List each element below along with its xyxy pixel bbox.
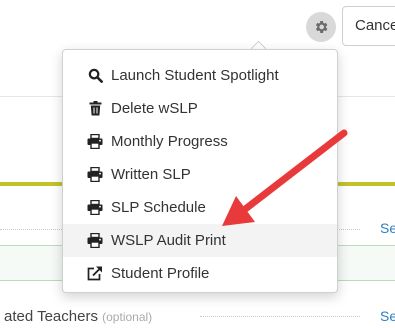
menu-item-label: Monthly Progress bbox=[111, 133, 228, 150]
search-icon bbox=[87, 68, 103, 84]
menu-item-wslp-audit-print[interactable]: WSLP Audit Print bbox=[63, 224, 337, 257]
cancel-button[interactable]: Cancel bbox=[342, 6, 395, 46]
teachers-label-text: ated Teachers bbox=[4, 308, 98, 325]
actions-dropdown-menu: Launch Student Spotlight Delete wSLP Mon… bbox=[62, 49, 338, 293]
menu-item-launch-student-spotlight[interactable]: Launch Student Spotlight bbox=[63, 59, 337, 92]
print-icon bbox=[87, 167, 103, 183]
menu-item-label: SLP Schedule bbox=[111, 199, 206, 216]
row-select-link[interactable]: Se bbox=[380, 220, 395, 236]
print-icon bbox=[87, 233, 103, 249]
gear-icon bbox=[315, 21, 328, 33]
menu-item-delete-wslp[interactable]: Delete wSLP bbox=[63, 92, 337, 125]
screenshot-stage: Se ated Teachers (optional) Se Cancel La… bbox=[0, 0, 395, 328]
menu-item-slp-schedule[interactable]: SLP Schedule bbox=[63, 191, 337, 224]
settings-button[interactable] bbox=[306, 12, 336, 42]
menu-item-label: Delete wSLP bbox=[111, 100, 198, 117]
teachers-label: ated Teachers (optional) bbox=[4, 308, 152, 325]
teachers-optional-text: (optional) bbox=[102, 310, 153, 324]
menu-item-label: Written SLP bbox=[111, 166, 191, 183]
menu-item-label: Student Profile bbox=[111, 265, 210, 282]
teachers-leader-dots bbox=[200, 316, 360, 317]
trash-icon bbox=[87, 101, 103, 117]
print-icon bbox=[87, 200, 103, 216]
menu-item-label: WSLP Audit Print bbox=[111, 232, 226, 249]
menu-item-monthly-progress[interactable]: Monthly Progress bbox=[63, 125, 337, 158]
menu-item-label: Launch Student Spotlight bbox=[111, 67, 279, 84]
external-link-icon bbox=[87, 266, 103, 282]
teachers-select-link[interactable]: Se bbox=[380, 308, 395, 324]
menu-item-written-slp[interactable]: Written SLP bbox=[63, 158, 337, 191]
print-icon bbox=[87, 134, 103, 150]
menu-item-student-profile[interactable]: Student Profile bbox=[63, 257, 337, 290]
